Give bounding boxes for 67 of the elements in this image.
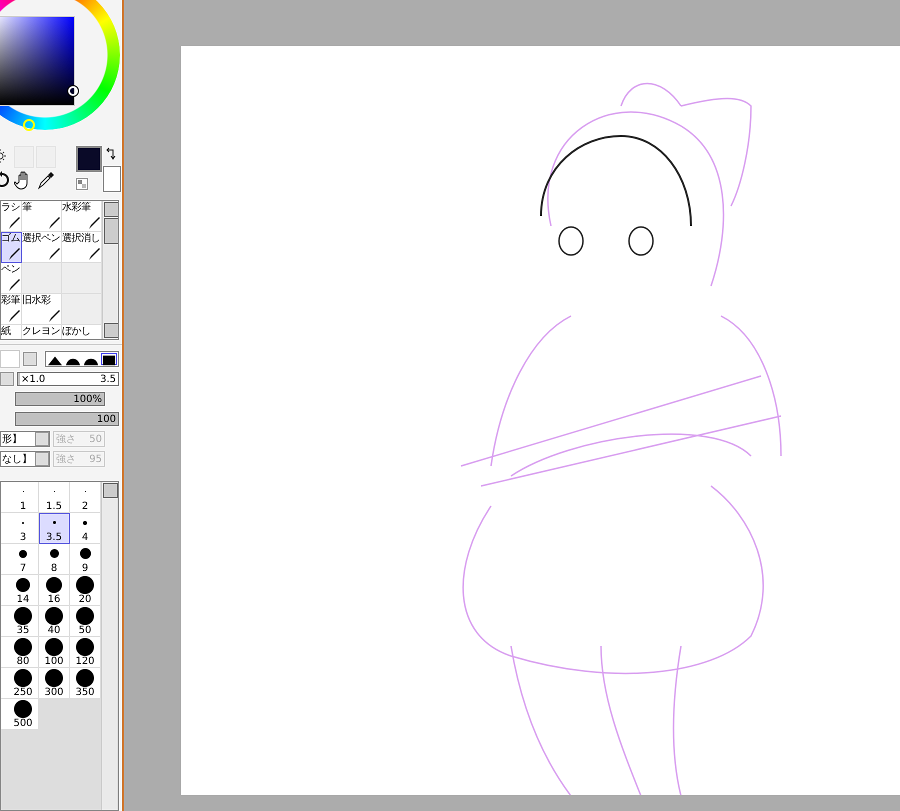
tool-button[interactable]: ペン	[1, 263, 22, 294]
tool-button[interactable]: 紙	[1, 325, 22, 339]
brush-size-item[interactable]: 7	[8, 544, 39, 575]
size-value: 3.5	[100, 374, 116, 384]
sharpness-slider[interactable]: 100	[15, 412, 119, 426]
density-value: 100%	[73, 394, 102, 404]
scroll-down-button[interactable]	[104, 323, 118, 338]
swap-arrow-icon[interactable]	[106, 146, 118, 160]
brush-size-item[interactable]: 16	[39, 575, 70, 606]
brush-size-item[interactable]: 300	[39, 668, 70, 699]
scroll-up-button[interactable]	[104, 202, 118, 217]
pen-icon	[47, 216, 61, 230]
size-slider[interactable]: ×1.0 3.5	[17, 372, 119, 386]
brush-size-item[interactable]: 50	[70, 606, 101, 637]
brush-size-item[interactable]: 80	[8, 637, 39, 668]
dropdown-button[interactable]	[0, 372, 14, 386]
density-slider[interactable]: 100%	[15, 392, 105, 406]
brush-size-item[interactable]: 1	[8, 482, 39, 513]
tool-button[interactable]: 旧水彩	[22, 294, 62, 325]
pen-icon	[87, 247, 101, 261]
scroll-up-button[interactable]	[103, 483, 118, 498]
hue-handle[interactable]	[23, 119, 35, 131]
tool-button[interactable]: 彩筆	[1, 294, 22, 325]
color-handle[interactable]	[68, 86, 78, 96]
tool-button[interactable]: 筆	[22, 201, 62, 232]
brush-size-item[interactable]: 1.5	[39, 482, 70, 513]
brush-size-item[interactable]: 2	[70, 482, 101, 513]
brush-size-item[interactable]: 14	[8, 575, 39, 606]
pen-icon	[7, 247, 21, 261]
pen-icon	[7, 278, 21, 292]
pen-icon	[87, 216, 101, 230]
tool-button[interactable]: ぼかし	[62, 325, 102, 339]
pen-icon	[7, 309, 21, 323]
tool-button[interactable]: クレヨン	[22, 325, 62, 339]
brush-size-item[interactable]: 35	[8, 606, 39, 637]
eyedropper-icon[interactable]	[36, 170, 56, 190]
saturation-value-square[interactable]	[0, 16, 75, 106]
brush-size-item[interactable]: 250	[8, 668, 39, 699]
brush-size-item[interactable]: 8	[39, 544, 70, 575]
pen-icon	[47, 247, 61, 261]
brush-size-item[interactable]: 120	[70, 637, 101, 668]
scrollbar[interactable]	[102, 201, 118, 339]
tool-button[interactable]: 水彩筆	[62, 201, 102, 232]
background-color-swatch[interactable]	[103, 166, 121, 192]
tool-button[interactable]: 選択消し	[62, 232, 102, 263]
pen-icon	[47, 309, 61, 323]
dropdown-button[interactable]	[23, 352, 37, 366]
tool-button[interactable]: 選択ペン	[22, 232, 62, 263]
brush-size-item[interactable]: 3.5	[39, 513, 70, 544]
brush-size-item[interactable]: 500	[8, 699, 39, 730]
sharpness-value: 100	[96, 414, 116, 424]
reset-colors-icon[interactable]	[76, 178, 88, 190]
scrollbar[interactable]	[101, 482, 117, 810]
brush-size-item[interactable]: 100	[39, 637, 70, 668]
tool-button[interactable]: ゴム	[1, 232, 22, 263]
tool-button[interactable]: ラシ	[1, 201, 22, 232]
size-multiplier: ×1.0	[21, 374, 46, 385]
foreground-color-swatch[interactable]	[76, 146, 102, 172]
brush-size-item[interactable]: 350	[70, 668, 101, 699]
brush-size-item[interactable]: 40	[39, 606, 70, 637]
brush-size-item[interactable]: 20	[70, 575, 101, 606]
brush-size-item[interactable]: 3	[8, 513, 39, 544]
pen-icon	[7, 216, 21, 230]
brush-size-item[interactable]: 4	[70, 513, 101, 544]
scroll-thumb[interactable]	[104, 218, 118, 244]
brush-shape-button[interactable]	[101, 353, 117, 365]
brush-size-item[interactable]: 9	[70, 544, 101, 575]
